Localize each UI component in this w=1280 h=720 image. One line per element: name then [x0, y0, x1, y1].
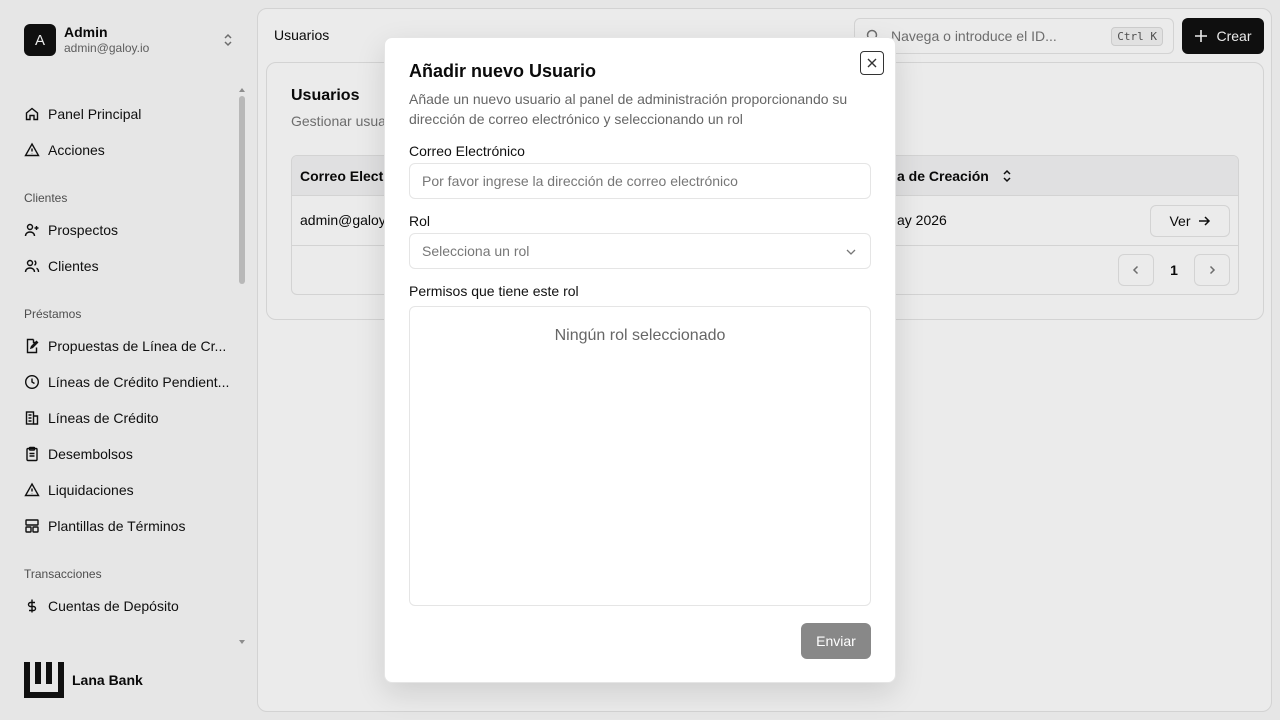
- close-button[interactable]: [860, 51, 884, 75]
- role-label: Rol: [409, 213, 431, 229]
- close-icon: [867, 58, 877, 68]
- permissions-empty-text: Ningún rol seleccionado: [554, 327, 726, 344]
- submit-button[interactable]: Enviar: [801, 623, 871, 659]
- dialog-title: Añadir nuevo Usuario: [409, 61, 597, 81]
- email-placeholder: Por favor ingrese la dirección de correo…: [422, 173, 738, 189]
- permissions-box: Ningún rol seleccionado: [409, 306, 871, 606]
- chevron-down-icon: [846, 249, 856, 255]
- email-field[interactable]: Por favor ingrese la dirección de correo…: [409, 163, 871, 199]
- permissions-label: Permisos que tiene este rol: [409, 283, 579, 299]
- dialog-description: Añade un nuevo usuario al panel de admin…: [409, 91, 848, 127]
- role-placeholder: Selecciona un rol: [422, 243, 530, 259]
- add-user-dialog: Añadir nuevo Usuario Añade un nuevo usua…: [384, 37, 896, 683]
- email-label: Correo Electrónico: [409, 143, 525, 159]
- role-select[interactable]: Selecciona un rol: [409, 233, 871, 269]
